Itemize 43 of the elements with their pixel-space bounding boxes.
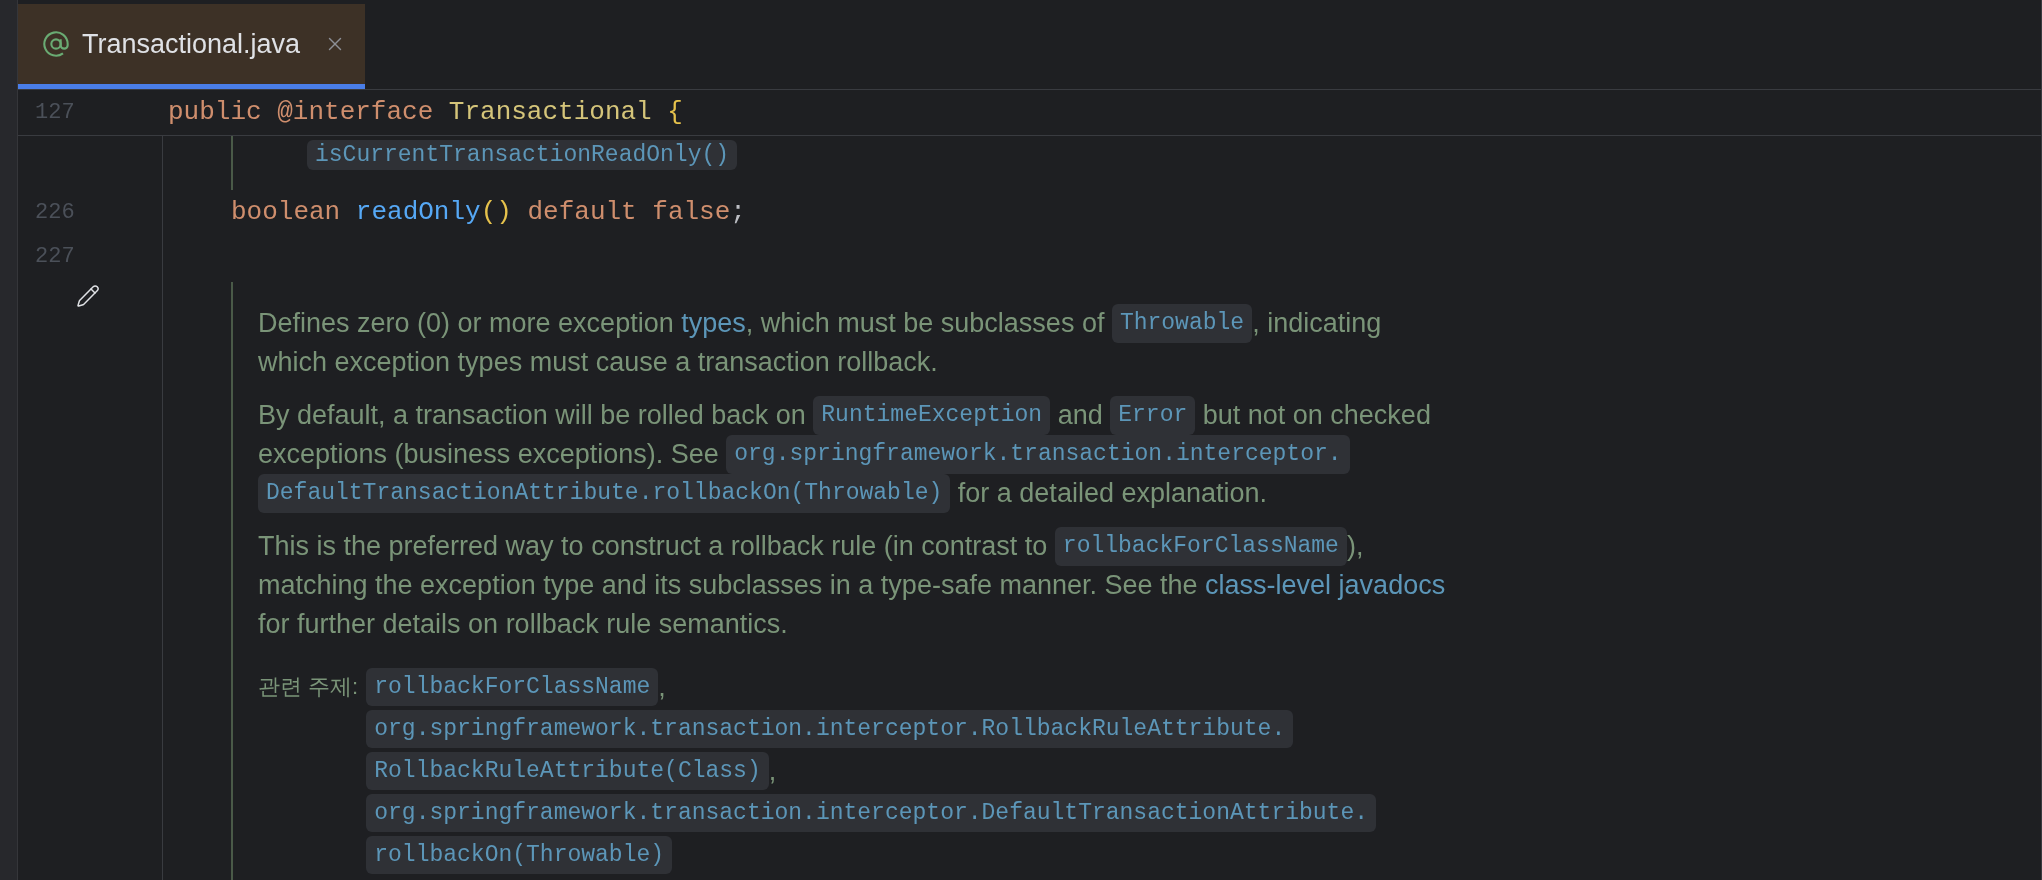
doc-text: Defines zero (0) or more exception	[258, 307, 675, 341]
code-token: boolean	[231, 195, 342, 229]
code-reference: RollbackRuleAttribute(Class)	[366, 751, 769, 791]
code-token: readOnly	[355, 195, 481, 229]
doc-text: This is the preferred way to construct a rollback rule (in contrast to	[258, 530, 1049, 564]
code-reference: rollbackForClassName	[1054, 527, 1347, 566]
file-tab[interactable]: Transactional.java	[18, 4, 365, 89]
code-reference: DefaultTransactionAttribute.rollbackOn(Throwable)	[258, 474, 951, 513]
code-reference: rollbackOn(Throwable)	[366, 835, 673, 875]
code-reference: RuntimeException	[813, 396, 1051, 435]
doc-link[interactable]: class-level javadocs	[1205, 565, 1446, 606]
doc-text: for further details on rollback rule semantics.	[258, 608, 788, 642]
doc-text: exceptions (business exceptions). See	[258, 438, 720, 472]
code-reference: rollbackForClassName	[366, 667, 659, 707]
code-reference: Throwable	[1111, 304, 1253, 343]
see-also-label: 관련 주제:	[258, 673, 359, 701]
code-token: ()	[480, 195, 513, 229]
separator-text: ,	[658, 670, 666, 704]
code-token: {	[667, 96, 683, 129]
code-reference: Error	[1110, 396, 1196, 435]
code-reference: org.springframework.transaction.interceptor.RollbackRuleAttribute.	[366, 709, 1294, 749]
code-token: ;	[730, 195, 746, 229]
doc-text: matching the exception type and its subclasses in a type-safe manner. See the	[258, 569, 1199, 603]
at-sign-icon	[42, 30, 70, 58]
doc-text: , which must be subclasses of	[745, 307, 1106, 341]
doc-text: ),	[1346, 530, 1364, 564]
code-token: Transactional	[448, 96, 653, 129]
code-reference: isCurrentTransactionReadOnly()	[307, 140, 738, 170]
code-token: public	[168, 96, 263, 129]
doc-text: By default, a transaction will be rolled back on	[258, 399, 807, 433]
separator-text: ,	[768, 754, 777, 788]
doc-text: which exception types must cause a transaction rollback.	[258, 346, 938, 380]
pencil-icon[interactable]	[76, 284, 100, 308]
doc-text: , indicating	[1252, 307, 1382, 341]
doc-text: and	[1056, 399, 1104, 433]
code-token: default false	[527, 195, 731, 229]
doc-link[interactable]: types	[681, 303, 746, 344]
code-reference: org.springframework.transaction.interceptor.DefaultTransactionAttribute.	[366, 793, 1376, 833]
doc-text: for a detailed explanation.	[956, 477, 1268, 511]
code-reference: org.springframework.transaction.interceptor.	[726, 435, 1350, 474]
code-token: @interface	[277, 96, 435, 129]
tab-title: Transactional.java	[82, 27, 301, 61]
doc-text: but not on checked	[1201, 399, 1431, 433]
